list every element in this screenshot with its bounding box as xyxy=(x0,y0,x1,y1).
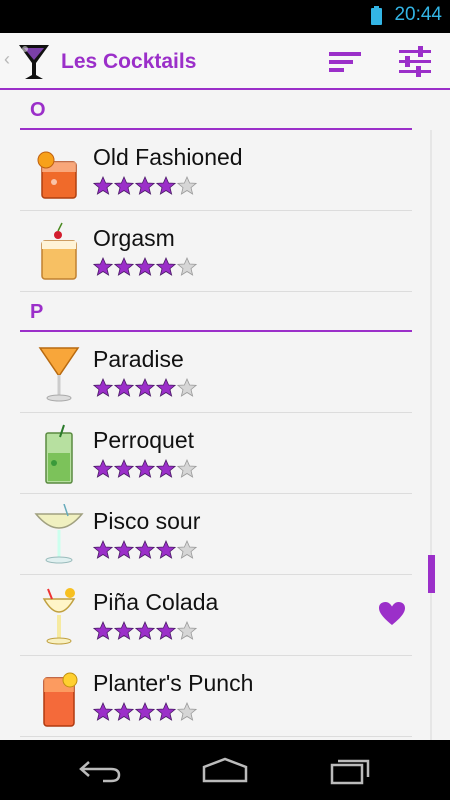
list-item[interactable]: Pisco sour xyxy=(20,494,412,575)
star-filled-icon xyxy=(156,540,176,559)
star-filled-icon xyxy=(135,176,155,195)
perroquet-glass-icon xyxy=(45,424,73,484)
paradise-glass-icon xyxy=(38,347,80,402)
star-filled-icon xyxy=(93,378,113,397)
cocktail-name: Old Fashioned xyxy=(93,144,243,170)
star-filled-icon xyxy=(156,459,176,478)
rating-stars xyxy=(93,459,197,479)
star-filled-icon xyxy=(93,176,113,195)
star-filled-icon xyxy=(135,621,155,640)
star-filled-icon xyxy=(114,621,134,640)
cocktail-name: Perroquet xyxy=(93,427,195,453)
rating-stars xyxy=(93,621,197,641)
star-empty-icon xyxy=(177,176,197,195)
app-title: Les Cocktails xyxy=(61,50,197,73)
star-filled-icon xyxy=(135,459,155,478)
list-item[interactable]: Orgasm xyxy=(20,211,412,292)
rating-stars xyxy=(93,176,197,196)
star-filled-icon xyxy=(114,702,134,721)
recents-icon[interactable] xyxy=(326,755,376,785)
star-filled-icon xyxy=(114,540,134,559)
status-bar: 20:44 xyxy=(0,0,450,33)
list-item[interactable]: Paradise xyxy=(20,332,412,413)
star-filled-icon xyxy=(114,378,134,397)
favorite-heart-icon[interactable] xyxy=(378,601,406,627)
star-empty-icon xyxy=(177,621,197,640)
cocktail-name: Orgasm xyxy=(93,225,175,251)
list-item[interactable]: Piña Colada xyxy=(20,575,412,656)
star-filled-icon xyxy=(114,459,134,478)
rating-stars xyxy=(93,702,197,722)
action-bar: ‹ Les Cocktails xyxy=(0,33,450,90)
status-clock: 20:44 xyxy=(394,4,442,25)
navigation-bar xyxy=(0,740,450,800)
home-icon[interactable] xyxy=(200,755,250,785)
sort-icon[interactable] xyxy=(326,47,366,77)
planters-punch-glass-icon xyxy=(43,672,78,727)
star-empty-icon xyxy=(177,702,197,721)
cocktail-list[interactable]: O Old Fashioned Orgasm P Paradise Perroquet Pi… xyxy=(0,90,450,740)
old-fashioned-glass-icon xyxy=(37,151,77,199)
star-filled-icon xyxy=(93,621,113,640)
star-empty-icon xyxy=(177,540,197,559)
star-filled-icon xyxy=(93,257,113,276)
scrollbar-track xyxy=(430,130,432,740)
star-empty-icon xyxy=(177,257,197,276)
sliders-icon[interactable] xyxy=(396,44,436,78)
star-filled-icon xyxy=(156,702,176,721)
orgasm-glass-icon xyxy=(41,222,77,280)
star-filled-icon xyxy=(114,176,134,195)
section-header-o: O xyxy=(20,90,412,130)
star-filled-icon xyxy=(156,257,176,276)
scrollbar-thumb[interactable] xyxy=(428,555,435,593)
back-icon[interactable] xyxy=(75,755,125,785)
star-filled-icon xyxy=(135,702,155,721)
cocktail-name: Paradise xyxy=(93,346,184,372)
star-filled-icon xyxy=(114,257,134,276)
star-filled-icon xyxy=(93,702,113,721)
star-filled-icon xyxy=(93,540,113,559)
pina-colada-glass-icon xyxy=(42,588,76,645)
cocktail-name: Piña Colada xyxy=(93,589,219,615)
up-caret-icon[interactable]: ‹ xyxy=(4,49,10,70)
pisco-sour-glass-icon xyxy=(34,504,84,564)
cocktail-name: Pisco sour xyxy=(93,508,201,534)
rating-stars xyxy=(93,378,197,398)
section-header-p: P xyxy=(20,292,412,332)
list-item[interactable]: Planter's Punch xyxy=(20,656,412,737)
battery-icon xyxy=(371,6,382,25)
rating-stars xyxy=(93,540,197,560)
cocktail-glass-app-icon[interactable] xyxy=(18,43,50,81)
star-filled-icon xyxy=(135,378,155,397)
star-filled-icon xyxy=(156,378,176,397)
star-filled-icon xyxy=(156,621,176,640)
star-empty-icon xyxy=(177,459,197,478)
list-item[interactable]: Old Fashioned xyxy=(20,130,412,211)
star-filled-icon xyxy=(135,257,155,276)
star-filled-icon xyxy=(135,540,155,559)
star-filled-icon xyxy=(93,459,113,478)
list-item[interactable]: Perroquet xyxy=(20,413,412,494)
section-letter: P xyxy=(30,301,44,323)
cocktail-name: Planter's Punch xyxy=(93,670,254,696)
rating-stars xyxy=(93,257,197,277)
star-filled-icon xyxy=(156,176,176,195)
star-empty-icon xyxy=(177,378,197,397)
section-letter: O xyxy=(30,99,46,121)
